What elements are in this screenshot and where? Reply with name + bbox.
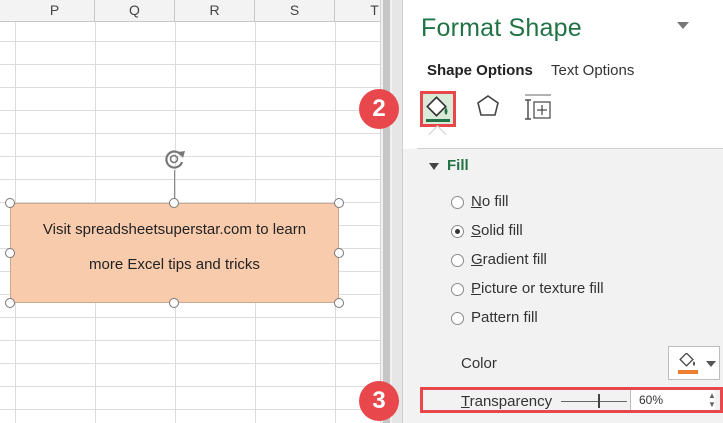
fill-color-picker-button[interactable] (668, 346, 720, 380)
chevron-down-icon[interactable] (706, 361, 716, 367)
radio-label: No fill (471, 193, 509, 210)
fill-line-button[interactable] (420, 91, 456, 127)
paint-bucket-icon (678, 353, 698, 374)
tab-text-options[interactable]: Text Options (551, 62, 634, 79)
fill-section-title[interactable]: Fill (447, 157, 469, 174)
pane-splitter[interactable] (392, 0, 403, 423)
transparency-spinner[interactable]: ▲ ▼ (706, 391, 718, 409)
resize-handle-bottom-left[interactable] (5, 298, 15, 308)
radio-button[interactable] (451, 312, 464, 325)
column-header-r[interactable]: R (175, 0, 255, 21)
pane-title: Format Shape (421, 14, 582, 42)
shape-text-line-2: more Excel tips and tricks (89, 256, 260, 273)
format-shape-pane: Format Shape Shape Options Text Options … (403, 0, 723, 423)
fill-section: Fill No fill Solid fill Gradient fill Pi… (403, 149, 723, 423)
transparency-slider-thumb[interactable] (598, 394, 600, 408)
shape-text-line-1: Visit spreadsheetsuperstar.com to learn (42, 221, 307, 238)
resize-handle-right[interactable] (334, 248, 344, 258)
column-header-t[interactable]: T (335, 0, 380, 21)
color-label: Color (461, 355, 497, 372)
rotate-handle-icon[interactable] (161, 146, 189, 172)
radio-label: Solid fill (471, 222, 523, 239)
scrollbar-thumb[interactable] (383, 0, 390, 423)
transparency-label: Transparency (461, 393, 553, 410)
resize-handle-bottom[interactable] (169, 298, 179, 308)
radio-label: Pattern fill (471, 309, 538, 326)
text-box-shape[interactable]: Visit spreadsheetsuperstar.com to learn … (10, 203, 339, 303)
resize-handle-top-left[interactable] (5, 198, 15, 208)
radio-label: Gradient fill (471, 251, 547, 268)
transparency-row: Transparency 60% ▲ ▼ (420, 387, 723, 413)
radio-button-selected[interactable] (451, 225, 464, 238)
effects-button[interactable] (473, 91, 509, 127)
tab-shape-options[interactable]: Shape Options (427, 62, 533, 79)
radio-button[interactable] (451, 283, 464, 296)
collapse-triangle-icon[interactable] (429, 163, 439, 170)
fill-line-icon (426, 96, 450, 122)
spreadsheet-area[interactable]: P Q R S T Visit spreadsheetsuperstar.com… (0, 0, 380, 423)
effects-pentagon-icon (477, 95, 499, 116)
resize-handle-left[interactable] (5, 248, 15, 258)
step-3-badge: 3 (359, 381, 399, 421)
column-header-s[interactable]: S (255, 0, 335, 21)
pane-options-chevron-icon[interactable] (677, 22, 689, 29)
column-header-q[interactable]: Q (95, 0, 175, 21)
transparency-slider-track[interactable] (561, 401, 627, 402)
radio-label: Picture or texture fill (471, 280, 604, 297)
size-properties-button[interactable] (521, 91, 557, 127)
column-headers: P Q R S T (0, 0, 380, 22)
radio-button[interactable] (451, 254, 464, 267)
size-properties-icon (525, 94, 551, 120)
resize-handle-top[interactable] (169, 198, 179, 208)
column-header-p[interactable]: P (15, 0, 95, 21)
transparency-input[interactable]: 60% (630, 390, 715, 410)
resize-handle-bottom-right[interactable] (334, 298, 344, 308)
resize-handle-top-right[interactable] (334, 198, 344, 208)
step-2-badge: 2 (359, 89, 399, 129)
radio-button[interactable] (451, 196, 464, 209)
